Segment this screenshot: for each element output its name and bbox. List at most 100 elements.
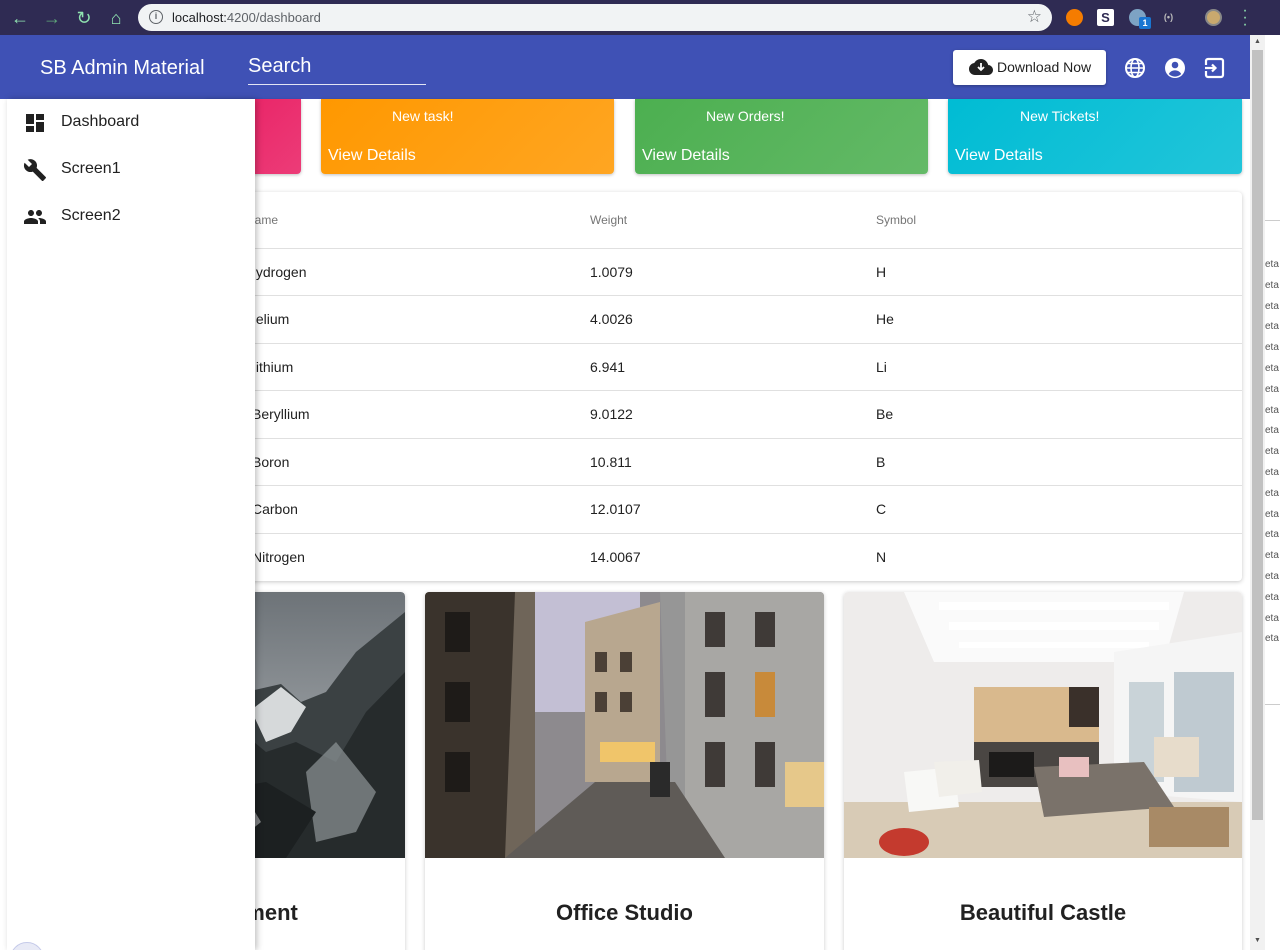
app-toolbar: SB Admin Material Search Download Now <box>0 35 1250 99</box>
devtools-edge-panel: eta eta eta eta eta eta eta eta eta eta eta eta eta e… <box>1265 220 1280 705</box>
cell-weight: 10.811 <box>590 438 876 486</box>
cell-name: Carbon <box>206 485 590 534</box>
cell-weight: 9.0122 <box>590 390 876 439</box>
cell-name: .ithium <box>206 343 590 391</box>
table-row[interactable]: .ithium 6.941 Li <box>206 343 1242 391</box>
elements-table: lame Weight Symbol Iydrogen 1.0079 H Ielium… <box>206 192 1242 581</box>
download-now-button[interactable]: Download Now <box>953 50 1106 85</box>
stat-card-title: New task! <box>392 108 454 124</box>
cell-symbol: He <box>876 295 1242 344</box>
table-row[interactable]: Carbon 12.0107 C <box>206 485 1242 534</box>
cell-name: Beryllium <box>206 390 590 439</box>
living-room-photo <box>844 592 1242 858</box>
sidebar-item-screen1[interactable]: Screen1 <box>7 146 255 194</box>
cell-name: Iydrogen <box>206 248 590 296</box>
cell-weight: 14.0067 <box>590 549 641 565</box>
column-header-name[interactable]: lame <box>206 192 590 249</box>
edge-panel-line: eta <box>1265 487 1279 499</box>
extension-s-icon[interactable]: S <box>1097 9 1114 26</box>
edge-panel-line: eta <box>1265 279 1279 291</box>
stat-card-title: New Tickets! <box>1020 108 1100 124</box>
cell-weight: 6.941 <box>590 343 876 391</box>
profile-avatar-icon[interactable] <box>1205 9 1222 26</box>
view-details-link[interactable]: View Details <box>642 147 730 165</box>
cell-weight: 1.0079 <box>590 248 876 296</box>
stat-card-title: New Orders! <box>706 108 785 124</box>
people-icon <box>24 210 46 224</box>
street-photo <box>425 592 824 858</box>
back-icon[interactable]: ← <box>10 8 30 28</box>
brand-title[interactable]: SB Admin Material <box>40 57 205 80</box>
cell-symbol: B <box>876 438 1242 486</box>
url-text: localhost:4200/dashboard <box>172 10 321 25</box>
edge-panel-line: eta <box>1265 446 1279 458</box>
table-row[interactable]: Beryllium 9.0122 Be <box>206 390 1242 439</box>
edge-panel-line: eta <box>1265 550 1279 562</box>
info-icon[interactable]: i <box>149 10 163 24</box>
table-row[interactable]: Iydrogen 1.0079 H <box>206 248 1242 296</box>
home-icon[interactable]: ⌂ <box>106 8 126 28</box>
cell-symbol: Be <box>876 390 1242 439</box>
cell-weight: 4.0026 <box>590 295 876 344</box>
address-bar[interactable]: i localhost:4200/dashboard ☆ <box>138 4 1052 31</box>
table-row[interactable]: Ielium 4.0026 He <box>206 295 1242 344</box>
cell-symbol: Li <box>876 343 1242 391</box>
extension-orange-icon[interactable] <box>1066 9 1083 26</box>
extension-badge: 1 <box>1139 17 1151 29</box>
table-row[interactable]: Nitrogen 14.0067 N <box>206 533 1242 581</box>
edge-panel-line: eta <box>1265 342 1279 354</box>
table-row[interactable]: Boron 10.811 B <box>206 438 1242 486</box>
edge-panel-line: eta <box>1265 362 1279 374</box>
scrollbar-thumb[interactable] <box>1252 50 1263 820</box>
image-card-beautiful-castle[interactable]: Beautiful Castle <box>844 592 1242 950</box>
sidebar-item-label: Dashboard <box>61 113 140 130</box>
view-details-link[interactable]: View Details <box>955 147 1043 165</box>
table-header-row: lame Weight Symbol <box>206 192 1242 249</box>
cell-symbol: C <box>876 485 1242 534</box>
logout-icon[interactable] <box>1203 57 1225 79</box>
sidebar-item-screen2[interactable]: Screen2 <box>7 193 255 241</box>
star-icon[interactable]: ☆ <box>1027 7 1042 27</box>
extension-globe-icon[interactable]: 1 <box>1129 9 1151 29</box>
column-header-symbol[interactable]: Symbol <box>876 192 1242 249</box>
search-input[interactable]: Search <box>248 55 426 85</box>
stat-card-tasks: New task! View Details <box>321 99 614 174</box>
cell-name: Boron <box>206 438 590 486</box>
image-card-caption: Beautiful Castle <box>959 900 1127 925</box>
cell-symbol: N <box>876 549 887 565</box>
sidebar-item-dashboard[interactable]: Dashboard <box>7 99 255 147</box>
edge-panel-line: eta <box>1265 529 1279 541</box>
wrench-icon <box>23 159 46 181</box>
account-circle-icon[interactable] <box>1164 57 1186 79</box>
extension-brackets-icon[interactable]: (•) <box>1160 9 1177 26</box>
edge-panel-line: eta <box>1265 591 1279 603</box>
dashboard-icon <box>26 114 44 132</box>
edge-panel-line: eta <box>1265 383 1279 395</box>
reload-icon[interactable]: ↻ <box>74 8 94 28</box>
elements-table-card: lame Weight Symbol Iydrogen 1.0079 H Ielium… <box>206 192 1242 581</box>
column-header-weight[interactable]: Weight <box>590 192 876 249</box>
edge-panel-line: eta <box>1265 404 1279 416</box>
cell-weight: 12.0107 <box>590 485 876 534</box>
edge-panel-line: eta <box>1265 633 1279 645</box>
globe-icon[interactable] <box>1124 57 1146 79</box>
cell-symbol: H <box>876 248 1242 296</box>
cloud-download-icon <box>969 59 993 75</box>
sidebar-item-label: Screen2 <box>61 207 121 224</box>
sidebar-item-label: Screen1 <box>61 160 121 177</box>
image-card-office-studio[interactable]: Office Studio <box>425 592 824 950</box>
sidebar-nav: Dashboard Screen1 Screen2 <box>7 99 255 950</box>
edge-panel-line: eta <box>1265 570 1279 582</box>
edge-panel-line: eta <box>1265 612 1279 624</box>
forward-icon[interactable]: → <box>42 8 62 28</box>
download-now-label: Download Now <box>997 59 1092 75</box>
stat-card-tickets: New Tickets! View Details <box>948 99 1242 174</box>
browser-menu-icon[interactable]: · · · <box>1240 3 1250 33</box>
edge-panel-line: eta <box>1265 259 1279 270</box>
edge-panel-line: eta <box>1265 425 1279 437</box>
scroll-down-arrow[interactable]: ▼ <box>1254 937 1261 944</box>
stat-card-orders: New Orders! View Details <box>635 99 928 174</box>
view-details-link[interactable]: View Details <box>328 147 416 165</box>
edge-panel-line: eta <box>1265 300 1279 312</box>
scroll-up-arrow[interactable]: ▲ <box>1254 38 1261 45</box>
